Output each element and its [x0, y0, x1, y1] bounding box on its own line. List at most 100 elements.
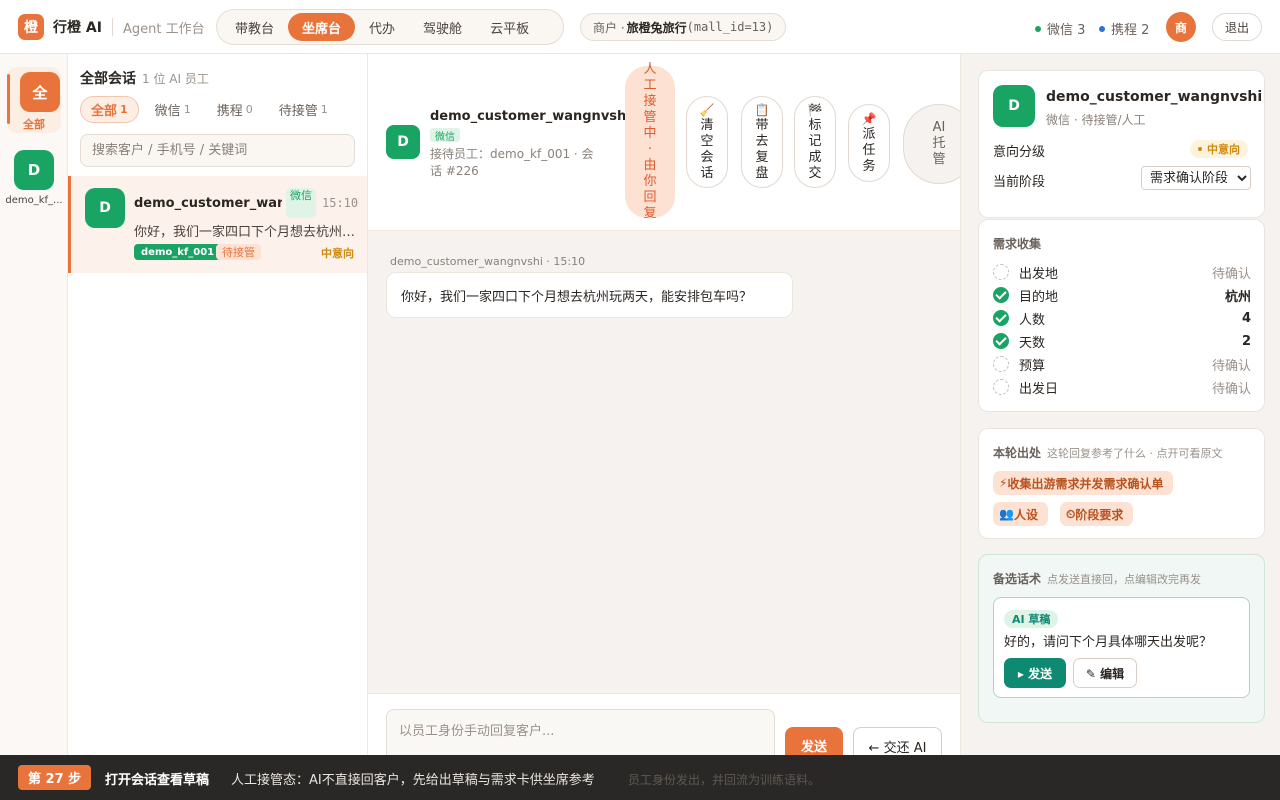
nav-tab-cockpit[interactable]: 驾驶舱 — [409, 13, 476, 41]
chat-customer-avatar: D — [386, 125, 420, 159]
status-dot — [1198, 147, 1202, 151]
stage-label: 当前阶段 — [993, 175, 1046, 190]
customer-message-bubble: 你好，我们一家四口下个月想去杭州玩两天，能安排包车吗？ — [386, 272, 793, 318]
profile-subtitle: 微信 · 待接管/人工 — [1046, 113, 1146, 127]
agent-tag: demo_kf_001 — [134, 244, 222, 260]
status-dot — [1099, 25, 1105, 32]
user-avatar[interactable]: 商 — [1166, 12, 1196, 42]
step-bar-ghost-text: 员工身份发出，并回流为训练语料。 — [628, 773, 821, 787]
step-description: 人工接管态：AI不直接回客户，先给出草稿与需求卡供坐席参考 — [231, 773, 595, 788]
chat-meta: 接待员工：demo_kf_001 · 会话 #226 — [430, 147, 594, 178]
clock-icon: ⏲ — [1066, 506, 1076, 521]
top-bar: 橙 行橙 AI Agent 工作台 带教台 坐席台 代办 驾驶舱 云平板 商户 … — [0, 0, 1280, 54]
rail-active-indicator — [7, 74, 10, 124]
step-title: 打开会话查看草稿 — [105, 773, 210, 788]
main-nav: 带教台 坐席台 代办 驾驶舱 云平板 — [216, 9, 564, 45]
check-circle-icon — [993, 287, 1009, 303]
rail-item-all[interactable]: 全 全部 — [7, 67, 61, 133]
merchant-prefix: 商户 · — [593, 20, 625, 35]
channel-wechat-count[interactable]: 微信 3 — [1035, 19, 1085, 38]
conversation-list-subtitle: 1 位 AI 员工 — [142, 72, 209, 86]
pin-icon: 📌 — [861, 112, 877, 126]
requirement-row-origin: 出发地 待确认 — [993, 262, 1251, 282]
clipboard-icon: 📋 — [754, 103, 770, 117]
rail-all-avatar: 全 — [20, 72, 60, 112]
intent-badge: 中意向 — [321, 247, 354, 260]
conversation-search-input[interactable] — [80, 134, 355, 167]
status-badge: 待接管 — [216, 244, 261, 260]
mark-deal-button[interactable]: 🏁 标记成交 — [794, 96, 836, 188]
source-ref-sop[interactable]: ⚡ 收集出游需求并发需求确认单 — [993, 471, 1174, 495]
source-ref-stage[interactable]: ⏲ 阶段要求 — [1060, 502, 1134, 526]
channel-ctrip-count[interactable]: 携程 2 — [1099, 19, 1149, 38]
message-time: 15:10 — [322, 196, 359, 210]
filter-tab-pending[interactable]: 待接管 1 — [269, 96, 338, 123]
message-preview: 你好，我们一家四口下个月想去杭州玩两天，能安排包车吗？ — [134, 225, 356, 240]
lightning-icon: ⚡ — [999, 476, 1008, 490]
customer-avatar: D — [85, 188, 125, 228]
conversation-item[interactable]: D demo_customer_wangn 微信 15:10 你好，我们一家四口… — [68, 176, 367, 273]
filter-tab-all[interactable]: 全部 1 — [80, 96, 139, 123]
agent-rail: 全 全部 D demo_kf_... — [0, 54, 68, 800]
pending-circle-icon — [993, 264, 1009, 280]
assign-task-button[interactable]: 📌 派任务 — [848, 104, 890, 182]
draft-text: 好的，请问下个月具体哪天出发呢？ — [1004, 635, 1213, 650]
pending-circle-icon — [993, 356, 1009, 372]
app-logo: 橙 — [18, 14, 44, 40]
rail-all-label: 全部 — [23, 118, 45, 131]
persona-icon: 👥 — [999, 507, 1014, 521]
app-name: 行橙 AI — [53, 20, 102, 36]
requirements-card: 需求收集 出发地 待确认 目的地 杭州 人数 4 天数 2 预算 待确认 出发日 待确认 — [978, 219, 1265, 412]
customer-name: demo_customer_wangn — [134, 196, 282, 211]
conversation-list: 全部会话1 位 AI 员工 全部1 微信1 携程0 待接管1 D demo_cu… — [68, 54, 368, 800]
draft-send-button[interactable]: ▸ 发送 — [1004, 658, 1066, 688]
nav-tab-cloud-tablet[interactable]: 云平板 — [476, 13, 543, 41]
stage-select[interactable]: 需求确认阶段 — [1141, 166, 1251, 190]
requirement-row-days: 天数 2 — [993, 331, 1251, 351]
chat-panel: D demo_customer_wangnvshi 微信 接待员工：demo_k… — [368, 54, 975, 800]
customer-side-panel: D demo_customer_wangnvshi 微信 · 待接管/人工 意向… — [960, 54, 1280, 800]
nav-tab-todo[interactable]: 代办 — [355, 13, 409, 41]
chat-channel-badge: 微信 — [430, 128, 460, 143]
takeover-status-badge: 人工接管中·由你回复 — [625, 62, 675, 221]
drafts-title: 备选话术 点发送直接回，点编辑改完再发 — [993, 572, 1202, 586]
profile-avatar: D — [993, 85, 1035, 127]
filter-tab-wechat[interactable]: 微信 1 — [145, 96, 201, 123]
nav-tab-teaching[interactable]: 带教台 — [221, 13, 288, 41]
conversation-filters: 全部 1 微信 1 携程 0 待接管 1 — [80, 96, 344, 123]
customer-profile-card: D demo_customer_wangnvshi 微信 · 待接管/人工 意向… — [978, 70, 1265, 218]
nav-tab-agent-desk[interactable]: 坐席台 — [288, 13, 356, 41]
rail-item-agent[interactable]: D — [14, 150, 54, 190]
requirement-row-budget: 预算 待确认 — [993, 354, 1251, 374]
app-subtitle: Agent 工作台 — [123, 22, 205, 37]
pending-circle-icon — [993, 379, 1009, 395]
drafts-hint: 点发送直接回，点编辑改完再发 — [1047, 573, 1202, 586]
merchant-name: 旅橙兔旅行 — [626, 20, 687, 35]
intent-level-badge: 中意向 — [1190, 140, 1248, 158]
tutorial-step-bar: 员工身份发出，并回流为训练语料。 第 27 步 打开会话查看草稿 人工接管态：A… — [0, 755, 1280, 800]
chat-header: D demo_customer_wangnvshi 微信 接待员工：demo_k… — [368, 54, 975, 231]
check-circle-icon — [993, 333, 1009, 349]
send-to-review-button[interactable]: 📋 带去复盘 — [741, 96, 783, 188]
conversation-list-title: 全部会话 1 位 AI 员工 — [80, 71, 209, 87]
intent-level-label: 意向分级 — [993, 145, 1046, 160]
flag-icon: 🏁 — [807, 103, 823, 117]
requirement-row-people: 人数 4 — [993, 308, 1251, 328]
broom-icon: 🧹 — [699, 103, 715, 117]
check-circle-icon — [993, 310, 1009, 326]
clear-session-button[interactable]: 🧹 清空会话 — [686, 96, 728, 188]
sources-hint: 这轮回复参考了什么 · 点开可看原文 — [1047, 447, 1223, 460]
draft-edit-button[interactable]: ✎ 编辑 — [1073, 658, 1137, 688]
requirement-row-destination: 目的地 杭州 — [993, 285, 1251, 305]
source-ref-persona[interactable]: 👥 人设 — [993, 502, 1048, 526]
logout-button[interactable]: 退出 — [1212, 13, 1262, 41]
profile-name: demo_customer_wangnvshi — [1046, 89, 1263, 105]
step-number-badge: 第 27 步 — [18, 765, 92, 790]
filter-tab-ctrip[interactable]: 携程 0 — [207, 96, 263, 123]
brand-divider — [112, 18, 113, 36]
chat-customer-name: demo_customer_wangnvshi — [430, 109, 631, 124]
merchant-id: (mall_id=13) — [686, 20, 774, 34]
merchant-selector[interactable]: 商户 · 旅橙兔旅行 (mall_id=13) — [580, 13, 787, 41]
sources-title: 本轮出处 这轮回复参考了什么 · 点开可看原文 — [993, 446, 1223, 460]
requirement-row-departure-date: 出发日 待确认 — [993, 377, 1251, 397]
